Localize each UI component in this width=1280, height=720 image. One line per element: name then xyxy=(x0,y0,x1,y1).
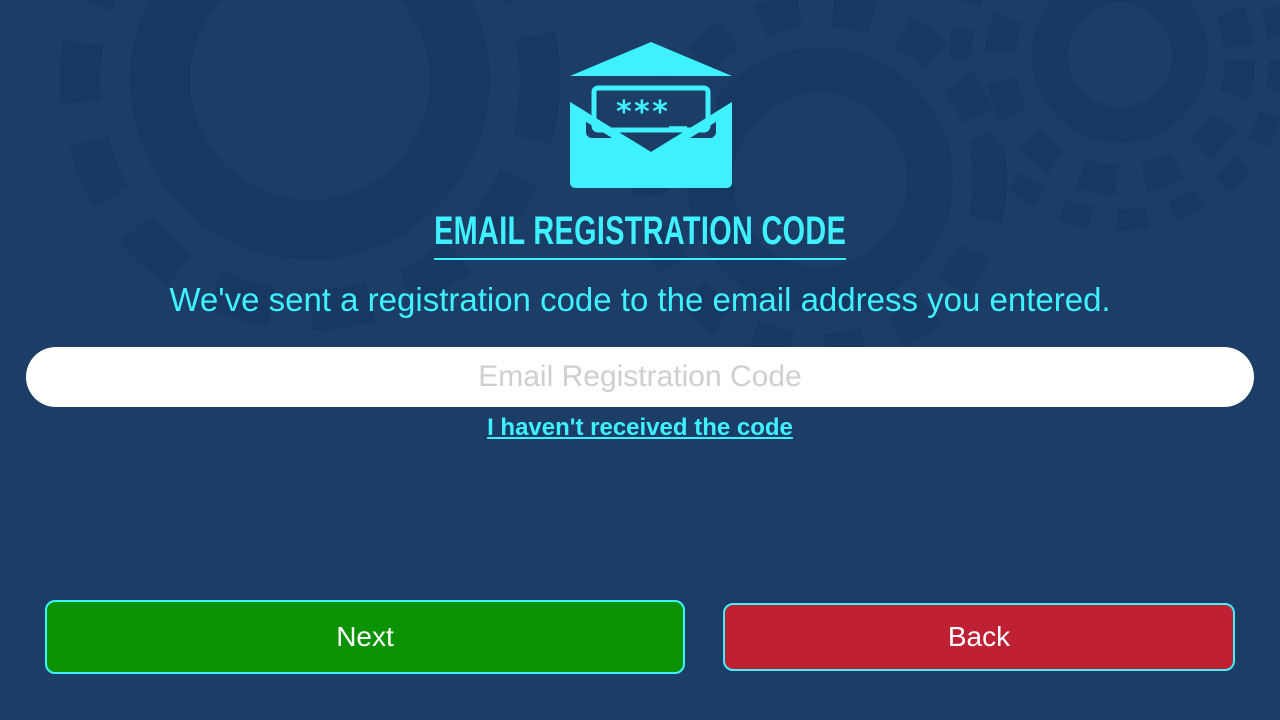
resend-link-wrap: I haven't received the code xyxy=(0,414,1280,442)
back-button[interactable]: Back xyxy=(723,603,1235,671)
envelope-password-icon: ***_ xyxy=(570,42,732,188)
registration-code-input[interactable] xyxy=(26,347,1254,407)
registration-code-screen: ***_ EMAIL REGISTRATION CODE We've sent … xyxy=(0,0,1280,720)
back-button-label: Back xyxy=(947,621,1011,652)
page-subtitle: We've sent a registration code to the em… xyxy=(169,281,1111,318)
resend-code-link[interactable]: I haven't received the code xyxy=(487,414,793,441)
page-title: EMAIL REGISTRATION CODE xyxy=(433,206,847,260)
password-mask-text: ***_ xyxy=(615,95,688,130)
next-button-label: Next xyxy=(336,621,394,652)
next-button[interactable]: Next xyxy=(45,600,685,674)
page-title-wrap: EMAIL REGISTRATION CODE xyxy=(0,206,1280,260)
